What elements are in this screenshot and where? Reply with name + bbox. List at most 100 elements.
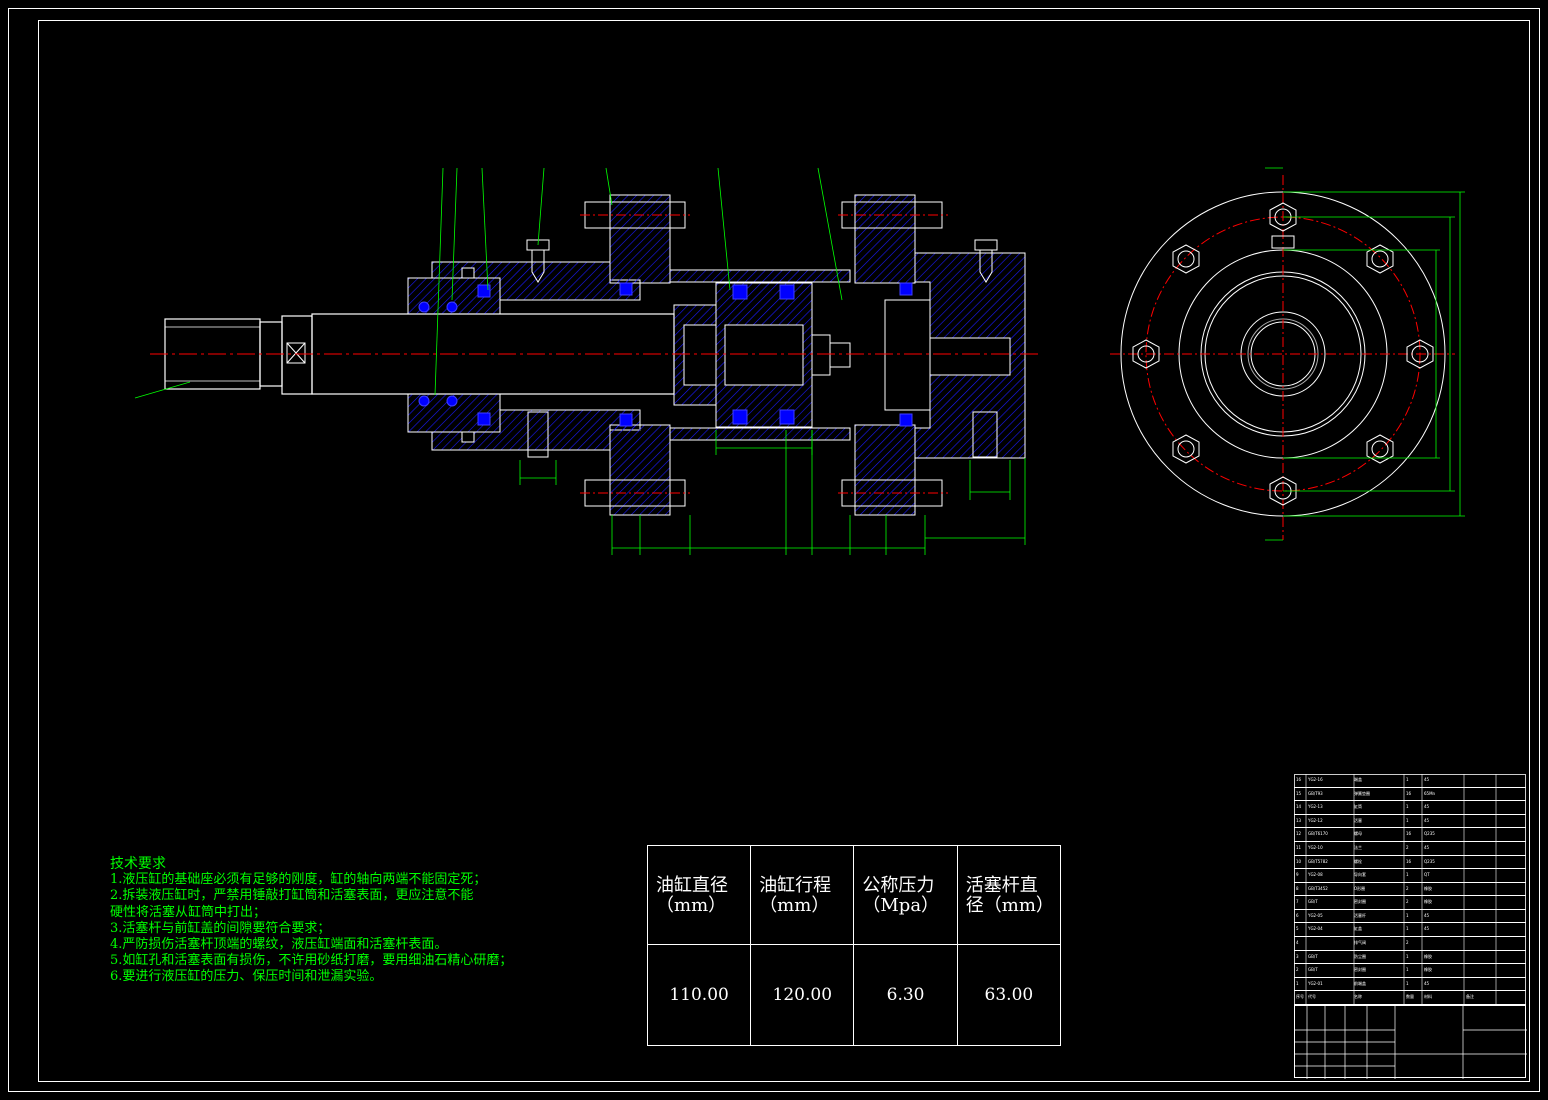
end-view	[1110, 167, 1465, 541]
parts-cell-no: 13	[1296, 817, 1302, 823]
spec-header-cell: 油缸行程 （mm）	[750, 845, 855, 945]
parts-cell-qty: 16	[1406, 858, 1412, 864]
parts-cell-material: 45	[1424, 926, 1430, 932]
parts-cell-code: GB/T3452	[1308, 885, 1328, 891]
parts-cell-material: Q235	[1424, 831, 1435, 837]
parts-cell-no: 7	[1296, 899, 1299, 905]
parts-cell-name: 前端盖	[1354, 980, 1366, 986]
end-cap	[914, 252, 1026, 459]
spec-header-cell: 公称压力 （Mpa）	[853, 845, 958, 945]
parts-cell-material: 材料	[1424, 994, 1432, 1000]
tech-req-item: 1.液压缸的基础座必须有足够的刚度，缸的轴向两端不能固定死；	[110, 872, 487, 888]
parts-cell-code: YG2-13	[1308, 804, 1323, 810]
tech-req-item: 3.活塞杆与前缸盖的间隙要符合要求；	[110, 920, 331, 936]
parts-cell-qty: 1	[1406, 804, 1409, 810]
parts-cell-qty: 2	[1406, 885, 1409, 891]
spec-header-cell: 活塞杆直 径（mm）	[956, 845, 1062, 945]
spec-header-cell: 油缸直径 （mm）	[646, 845, 752, 945]
parts-cell-note: 备注	[1466, 994, 1474, 1000]
parts-cell-name: 螺母	[1354, 831, 1362, 837]
parts-cell-no: 11	[1296, 844, 1302, 850]
parts-list-row: 11 YG2-10 法兰 2 45	[1294, 842, 1526, 856]
title-block	[1294, 1005, 1527, 1079]
parts-cell-name: 缸盖	[1354, 926, 1362, 932]
parts-cell-name: 法兰	[1354, 844, 1362, 850]
parts-list-row: 8 GB/T3452 O形圈 2 橡胶	[1294, 883, 1526, 897]
parts-cell-qty: 2	[1406, 940, 1409, 946]
parts-cell-name: 端盖	[1354, 777, 1362, 782]
parts-cell-no: 5	[1296, 926, 1299, 932]
parts-list-row: 13 YG2-12 活塞 1 45	[1294, 815, 1526, 829]
parts-list-row: 4 排气阀 2	[1294, 937, 1526, 951]
parts-cell-code: GB/T6170	[1308, 831, 1328, 837]
parts-cell-material: 65Mn	[1424, 790, 1436, 796]
parts-cell-material: 45	[1424, 980, 1430, 986]
parts-cell-material: 橡胶	[1424, 953, 1432, 959]
parts-cell-no: 3	[1296, 953, 1299, 959]
parts-cell-qty: 1	[1406, 817, 1409, 823]
parts-cell-code: YG2-16	[1308, 777, 1323, 782]
parts-cell-code: YG2-05	[1308, 912, 1323, 918]
parts-cell-code: YG2-04	[1308, 926, 1323, 932]
parts-cell-qty: 16	[1406, 831, 1412, 837]
parts-cell-no: 4	[1296, 940, 1299, 946]
parts-cell-code: YG2-10	[1308, 844, 1323, 850]
spec-value-cell: 120.00	[750, 944, 855, 1046]
parts-cell-material: 橡胶	[1424, 967, 1432, 973]
parts-cell-qty: 2	[1406, 844, 1409, 850]
spec-table: 油缸直径 （mm） 油缸行程 （mm） 公称压力 （Mpa） 活塞杆直 径（mm） 11…	[646, 845, 1062, 1046]
parts-cell-qty: 16	[1406, 790, 1412, 796]
parts-cell-qty: 1	[1406, 777, 1409, 782]
spec-value-cell: 63.00	[956, 944, 1062, 1046]
parts-cell-name: 密封圈	[1354, 899, 1366, 905]
parts-cell-code: GB/T93	[1308, 790, 1323, 796]
parts-list-row: 1 YG2-01 前端盖 1 45	[1294, 978, 1526, 992]
parts-cell-name: 密封圈	[1354, 967, 1366, 973]
parts-cell-material: 45	[1424, 912, 1430, 918]
parts-cell-name: 活塞	[1354, 817, 1362, 823]
parts-cell-code: GB/T5782	[1308, 858, 1328, 864]
parts-cell-no: 16	[1296, 777, 1302, 782]
spec-value-cell: 6.30	[853, 944, 958, 1046]
parts-list-row: 3 GB/T 防尘圈 1 橡胶	[1294, 951, 1526, 965]
parts-cell-qty: 数量	[1406, 994, 1414, 1000]
parts-cell-no: 8	[1296, 885, 1299, 891]
parts-cell-material: Q235	[1424, 858, 1435, 864]
parts-list-row: 6 YG2-05 活塞杆 1 45	[1294, 910, 1526, 924]
tech-req-item: 2.拆装液压缸时，严禁用锤敲打缸筒和活塞表面，更应注意不能	[110, 888, 474, 904]
parts-cell-code: GB/T	[1308, 967, 1318, 973]
parts-cell-no: 10	[1296, 858, 1302, 864]
parts-cell-material: 45	[1424, 844, 1430, 850]
title-block-grid	[1295, 1006, 1527, 1079]
parts-list-row: 7 GB/T 密封圈 2 橡胶	[1294, 896, 1526, 910]
technical-requirements-title: 技术要求	[110, 856, 166, 872]
spec-value-cell: 110.00	[646, 944, 752, 1046]
parts-cell-qty: 1	[1406, 967, 1409, 973]
parts-cell-code: 代号	[1308, 994, 1316, 1000]
parts-cell-material: 橡胶	[1424, 885, 1432, 891]
barrel-top	[669, 269, 851, 283]
parts-list-row: 9 YG2-08 导向套 1 QT	[1294, 869, 1526, 883]
parts-cell-material: 45	[1424, 777, 1430, 782]
parts-cell-qty: 1	[1406, 953, 1409, 959]
barrel-bottom	[669, 427, 851, 441]
parts-cell-no: 14	[1296, 804, 1302, 810]
parts-list-row: 2 GB/T 密封圈 1 橡胶	[1294, 964, 1526, 978]
parts-cell-qty: 1	[1406, 926, 1409, 932]
parts-cell-no: 9	[1296, 872, 1299, 878]
parts-cell-name: O形圈	[1354, 885, 1366, 891]
tech-req-item: 5.如缸孔和活塞表面有损伤，不许用砂纸打磨，要用细油石精心研磨；	[110, 953, 513, 969]
tech-req-item: 硬性将活塞从缸筒中打出；	[110, 904, 267, 920]
parts-cell-code: YG2-08	[1308, 872, 1323, 878]
parts-list-row: 16 YG2-16 端盖 1 45	[1294, 774, 1526, 788]
parts-cell-name: 螺栓	[1354, 858, 1362, 864]
parts-cell-name: 活塞杆	[1354, 912, 1366, 918]
parts-list-row: 12 GB/T6170 螺母 16 Q235	[1294, 828, 1526, 842]
left-flange-top	[609, 194, 671, 284]
parts-list-row: 10 GB/T5782 螺栓 16 Q235	[1294, 856, 1526, 870]
section-view	[134, 167, 1040, 555]
parts-cell-material: 45	[1424, 804, 1430, 810]
parts-cell-qty: 1	[1406, 912, 1409, 918]
parts-cell-material: 橡胶	[1424, 899, 1432, 905]
parts-cell-name: 导向套	[1354, 872, 1366, 878]
